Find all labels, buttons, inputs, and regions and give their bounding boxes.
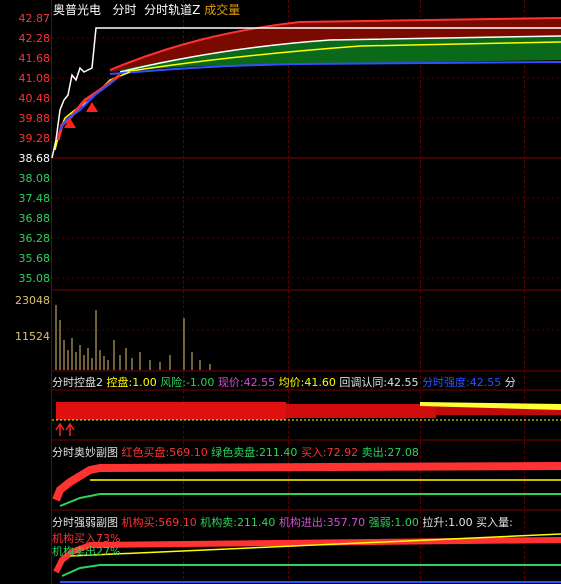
- panel1-item-control: 控盘:1.00: [106, 376, 157, 389]
- panel1-item-pullback: 回调认同:42.55: [339, 376, 419, 389]
- panel3-header[interactable]: 分时强弱副图 机构买:569.10 机构卖:211.40 机构进出:357.70…: [52, 514, 513, 530]
- panel2-item-green-sell: 绿色卖盘:211.40: [211, 446, 298, 459]
- strength-chart-3: [53, 533, 561, 583]
- price-chart: [51, 17, 561, 583]
- control-bars: [56, 402, 561, 420]
- volume-tick: 11524: [15, 330, 50, 343]
- panel3-item-buy-volume: 买入量:: [476, 516, 513, 529]
- buy-sell-chart-2: [52, 462, 561, 507]
- panel2-item-sell: 卖出:27.08: [361, 446, 419, 459]
- panel3-item-inst-sell: 机构卖:211.40: [200, 516, 276, 529]
- panel2-item-buy: 买入:72.92: [300, 446, 359, 459]
- up-arrow-icon: [55, 422, 75, 436]
- panel3-title: 分时强弱副图: [52, 516, 118, 529]
- volume-tick: 23048: [15, 294, 50, 307]
- panel3-item-pull: 拉升:1.00: [422, 516, 473, 529]
- panel1-item-avg: 均价:41.60: [278, 376, 336, 389]
- panel2-header[interactable]: 分时奥妙副图 红色买盘:569.10 绿色卖盘:211.40 买入:72.92 …: [52, 444, 419, 460]
- panel1-header[interactable]: 分时控盘2 控盘:1.00 风险:-1.00 现价:42.55 均价:41.60…: [52, 374, 516, 390]
- annotation-inst-sell: 机构卖出27%: [52, 545, 121, 558]
- panel3-item-inst-buy: 机构买:569.10: [121, 516, 197, 529]
- panel1-item-price: 现价:42.55: [217, 376, 276, 389]
- panel2-title: 分时奥妙副图: [52, 446, 118, 459]
- panel1-item-strength: 分时强度:42.55: [422, 376, 502, 389]
- panel3-item-strength: 强弱:1.00: [368, 516, 419, 529]
- panel1-item-more: 分: [504, 376, 516, 389]
- panel1-title: 分时控盘2: [52, 376, 103, 389]
- panel2-item-red-buy: 红色买盘:569.10: [121, 446, 208, 459]
- panel1-item-risk: 风险:-1.00: [160, 376, 215, 389]
- panel3-item-inst-flow: 机构进出:357.70: [278, 516, 366, 529]
